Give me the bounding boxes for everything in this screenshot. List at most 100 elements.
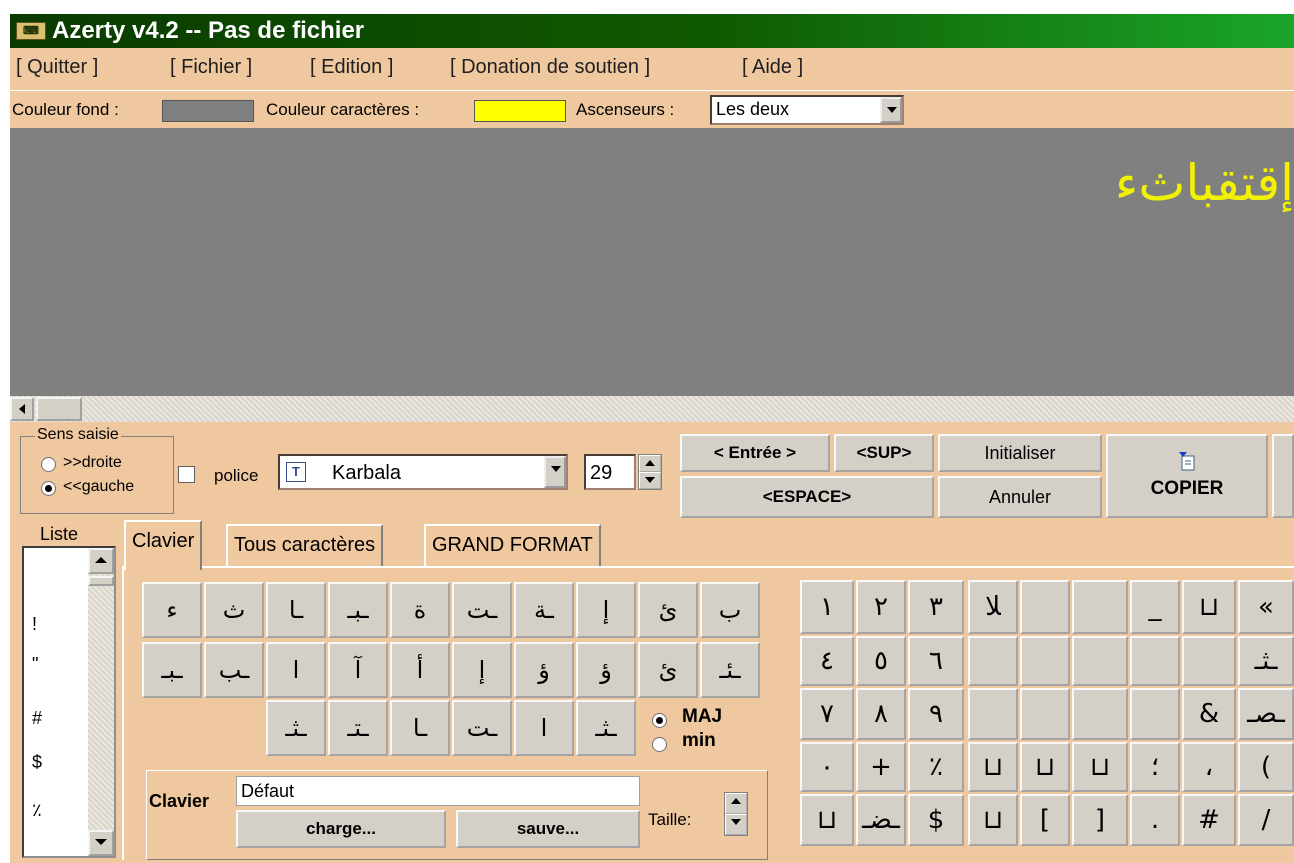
symbol-key-button[interactable]: $ [908,794,964,846]
spinner-up-icon[interactable] [639,455,661,472]
symbol-key-button[interactable]: ( [1238,742,1294,792]
list-item[interactable]: " [32,654,38,675]
scroll-left-icon[interactable] [10,397,34,421]
menu-edition[interactable]: [ Edition ] [310,56,393,79]
tab-tous-caracteres[interactable]: Tous caractères [226,524,384,566]
symbol-key-button[interactable] [968,688,1018,740]
size-spinner[interactable] [724,792,748,836]
space-button[interactable]: <ESPACE> [680,476,934,518]
key-button[interactable]: ـئـ [700,642,760,698]
symbol-key-button[interactable] [1020,580,1070,634]
tab-clavier[interactable]: Clavier [124,520,203,570]
symbol-key-button[interactable]: ٠ [800,742,854,792]
symbol-key-button[interactable] [1130,636,1180,686]
scroll-thumb[interactable] [88,576,114,586]
chevron-down-icon[interactable] [544,456,566,488]
key-button[interactable]: ـة [514,582,574,638]
symbol-key-button[interactable] [968,636,1018,686]
spinner-down-icon[interactable] [725,814,747,835]
symbol-list[interactable]: ! " # $ ٪ [22,546,116,858]
symbol-key-button[interactable]: & [1182,688,1236,740]
symbol-key-button[interactable]: ⊔ [1182,580,1236,634]
key-button[interactable]: ىٔ [638,582,698,638]
save-button[interactable]: sauve... [456,810,640,848]
key-button[interactable]: ـت [452,700,512,756]
radio-maj[interactable] [652,713,667,728]
symbol-key-button[interactable]: ٪ [908,742,964,792]
symbol-key-button[interactable]: ٩ [908,688,964,740]
radio-min[interactable] [652,737,667,752]
radio-right[interactable] [41,457,56,472]
font-size-field[interactable]: 29 [584,454,636,490]
symbol-key-button[interactable]: ⊔ [968,742,1018,792]
sup-button[interactable]: <SUP> [834,434,934,472]
editor-area[interactable]: إقتقباثء [10,128,1294,396]
list-item[interactable]: ٪ [32,800,42,821]
symbol-key-button[interactable]: ٦ [908,636,964,686]
symbol-key-button[interactable]: + [856,742,906,792]
menu-fichier[interactable]: [ Fichier ] [170,56,252,79]
symbol-key-button[interactable]: ⊔ [1072,742,1128,792]
spinner-down-icon[interactable] [639,472,661,489]
init-button[interactable]: Initialiser [938,434,1102,472]
key-button[interactable]: ـثـ [576,700,636,756]
police-checkbox[interactable] [178,466,195,483]
key-button[interactable]: ب [700,582,760,638]
cancel-button[interactable]: Annuler [938,476,1102,518]
spinner-up-icon[interactable] [725,793,747,814]
key-button[interactable]: ء [142,582,202,638]
symbol-key-button[interactable]: ، [1182,742,1236,792]
key-button[interactable]: ئ [638,642,698,698]
key-button[interactable]: ا [514,700,574,756]
fg-color-swatch[interactable] [474,100,566,122]
symbol-key-button[interactable]: ٢ [856,580,906,634]
scroll-up-icon[interactable] [88,548,114,574]
symbol-key-button[interactable] [1072,688,1128,740]
font-select[interactable]: T Karbala [278,454,568,490]
menu-aide[interactable]: [ Aide ] [742,56,803,79]
key-button[interactable]: ث [204,582,264,638]
tab-grand-format[interactable]: GRAND FORMAT [424,524,601,566]
clavier-name-input[interactable]: Défaut [236,776,640,806]
bg-color-swatch[interactable] [162,100,254,122]
symbol-key-button[interactable] [1072,636,1128,686]
symbol-key-button[interactable]: ـصـ [1238,688,1294,740]
symbol-key-button[interactable]: ] [1072,794,1128,846]
list-scrollbar[interactable] [88,548,114,856]
symbol-key-button[interactable]: ١ [800,580,854,634]
key-button[interactable]: آ [328,642,388,698]
menu-quitter[interactable]: [ Quitter ] [16,56,98,79]
scroll-thumb[interactable] [36,397,82,421]
symbol-key-button[interactable]: ٧ [800,688,854,740]
key-button[interactable]: ـت [452,582,512,638]
key-button[interactable]: إ [452,642,512,698]
enter-button[interactable]: < Entrée > [680,434,830,472]
key-button[interactable]: ـتـ [328,700,388,756]
symbol-key-button[interactable]: ٤ [800,636,854,686]
symbol-key-button[interactable]: [ [1020,794,1070,846]
symbol-key-button[interactable]: _ [1130,580,1180,634]
editor-hscrollbar[interactable] [10,396,1294,422]
list-item[interactable]: $ [32,752,42,773]
symbol-key-button[interactable] [1020,636,1070,686]
font-size-spinner[interactable] [638,454,662,490]
key-button[interactable]: ـثـ [266,700,326,756]
symbol-key-button[interactable]: ٣ [908,580,964,634]
key-button[interactable]: ـبـ [142,642,202,698]
key-button[interactable]: ؤ [514,642,574,698]
radio-left[interactable] [41,481,56,496]
key-button[interactable]: ـا [266,582,326,638]
symbol-key-button[interactable] [1072,580,1128,634]
symbol-key-button[interactable]: ٨ [856,688,906,740]
key-button[interactable]: ا [266,642,326,698]
key-button[interactable]: ة [390,582,450,638]
symbol-key-button[interactable] [1020,688,1070,740]
copy-button[interactable]: COPIER [1106,434,1268,518]
key-button[interactable]: أ [390,642,450,698]
extra-button[interactable] [1272,434,1294,518]
key-button[interactable]: إ [576,582,636,638]
scroll-down-icon[interactable] [88,830,114,856]
menu-donation[interactable]: [ Donation de soutien ] [450,56,650,79]
symbol-key-button[interactable]: / [1238,794,1294,846]
symbol-key-button[interactable]: ٥ [856,636,906,686]
